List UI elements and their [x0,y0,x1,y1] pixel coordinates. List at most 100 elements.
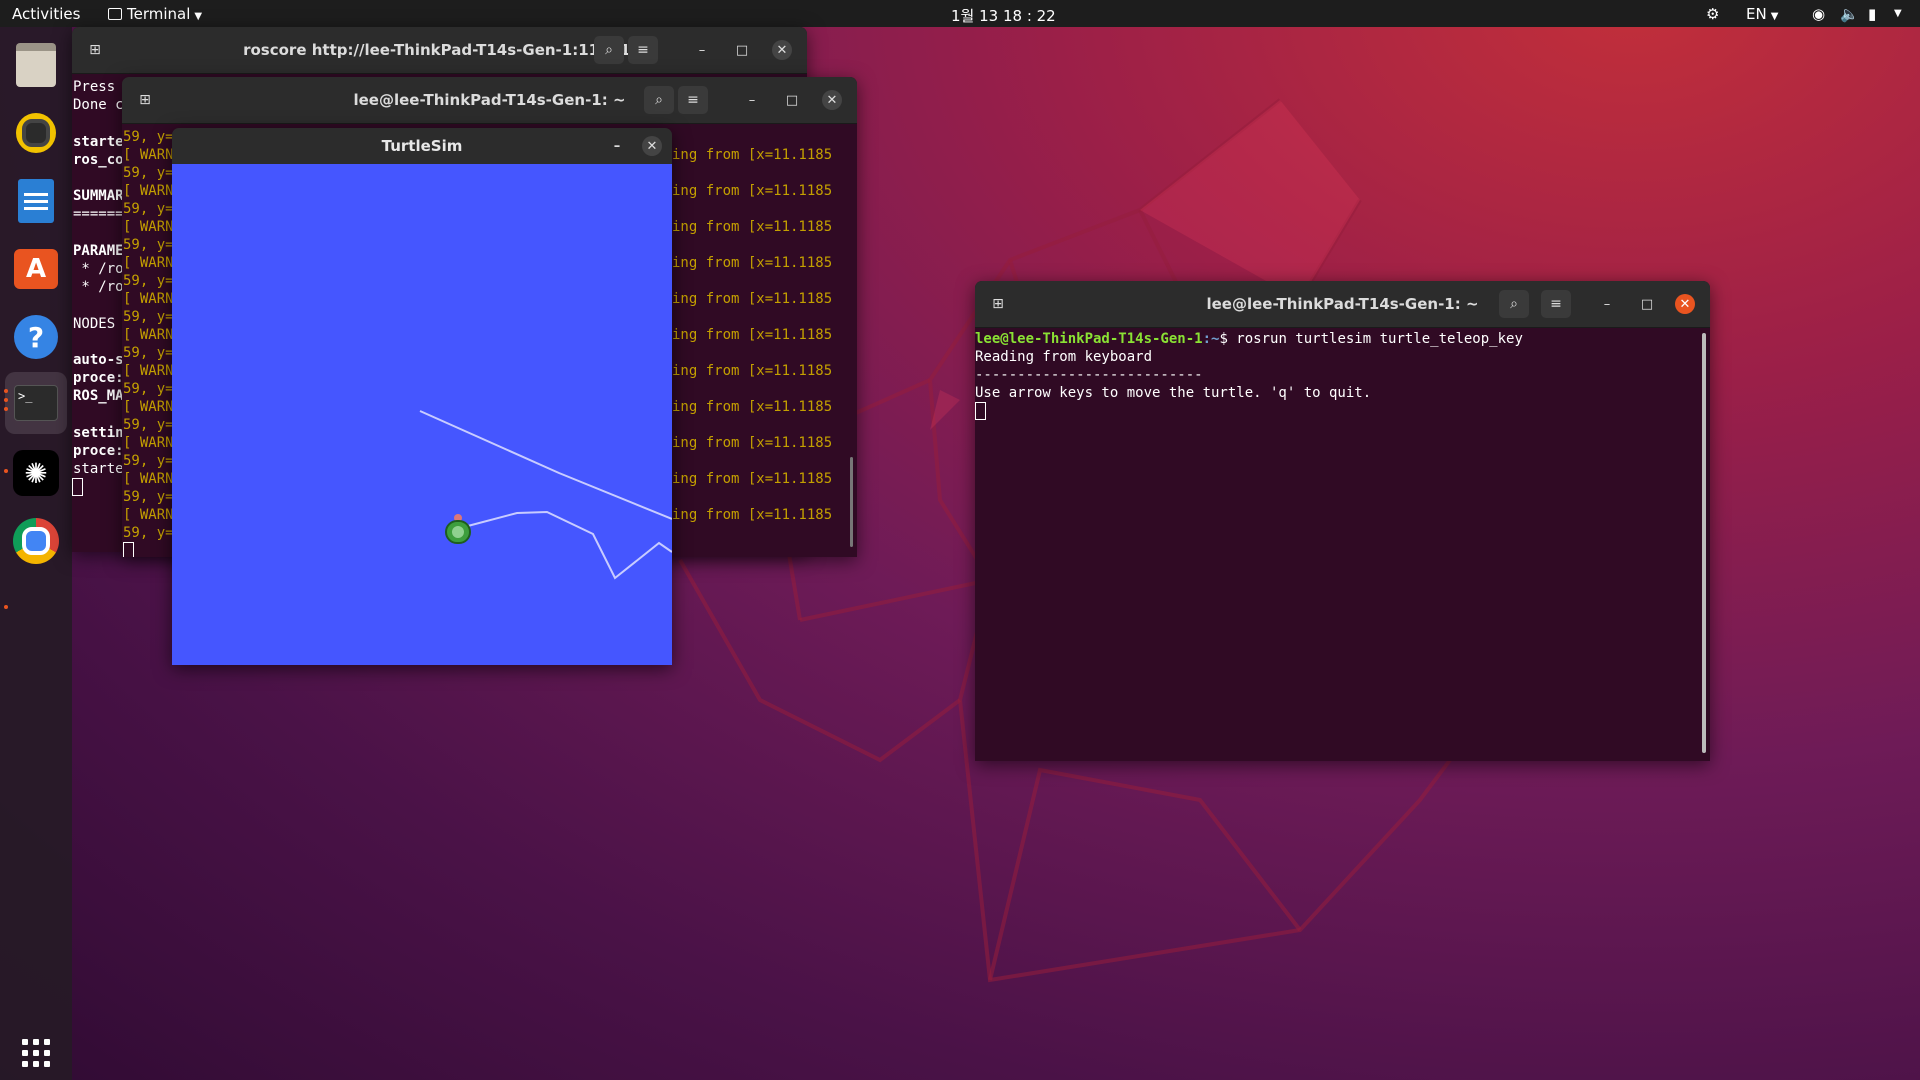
turtlesim-window[interactable]: TurtleSim – ✕ [172,128,672,665]
close-icon[interactable]: ✕ [772,40,792,60]
close-icon[interactable]: ✕ [642,136,662,156]
maximize-icon[interactable]: □ [732,40,752,60]
warn-line: 59, y= [123,453,174,469]
running-indicator [4,407,8,411]
input-method[interactable]: EN ▼ [1746,5,1778,23]
warn-line: [ WARN [123,255,174,271]
warn-line: ing from [x=11.1185 [672,219,833,235]
warn-line: ing from [x=11.1185 [672,471,833,487]
menu-icon[interactable]: ≡ [628,36,658,64]
warn-line: 59, y= [123,273,174,289]
warn-line: ing from [x=11.1185 [672,399,833,415]
system-menu-chevron-icon[interactable]: ▼ [1894,8,1902,19]
output-line: settin [73,424,124,441]
accessibility-icon[interactable]: ⚙ [1706,5,1719,23]
output-line: Press [73,79,116,95]
command-text: $ rosrun turtlesim turtle_teleop_key [1219,331,1523,347]
turtle-icon [442,514,474,546]
output-line: starte [73,461,124,478]
titlebar: TurtleSim – ✕ [172,128,672,164]
minimize-icon[interactable]: – [692,40,712,60]
titlebar: ⊞ lee@lee-ThinkPad-T14s-Gen-1: ~ ⌕ ≡ – □… [122,77,857,124]
wifi-icon[interactable]: ◉ [1812,5,1825,23]
output-line: SUMMAR [73,188,124,205]
show-applications-icon[interactable] [11,1028,61,1078]
running-indicator [4,469,8,473]
running-indicator [4,389,8,393]
terminal-cursor [975,402,986,422]
help-icon[interactable]: ? [11,312,61,362]
output-line: proce: [73,370,124,387]
turtlesim-canvas [172,164,672,665]
chatgpt-icon[interactable]: ✺ [11,448,61,498]
output-line: * /ro [73,261,124,277]
minimize-icon[interactable]: – [607,136,627,156]
output-line: ros_co [73,151,124,168]
command-line: lee@lee-ThinkPad-T14s-Gen-1:~$ rosrun tu… [975,330,1523,348]
output-line: auto-s [73,352,124,368]
warn-line: [ WARN [123,147,174,163]
output-line: starte [73,133,124,150]
warn-line: [ WARN [123,291,174,307]
maximize-icon[interactable]: □ [782,90,802,110]
warn-line: [ WARN [123,507,174,523]
scrollbar[interactable] [1702,333,1706,753]
prompt-user: lee@lee-ThinkPad-T14s-Gen-1 [975,331,1203,347]
rhythmbox-icon[interactable] [11,108,61,158]
warn-line: 59, y= [123,417,174,433]
close-icon[interactable]: ✕ [1675,294,1695,314]
warn-line: ing from [x=11.1185 [672,363,833,379]
titlebar: ⊞ lee@lee-ThinkPad-T14s-Gen-1: ~ ⌕ ≡ – □… [975,281,1710,328]
warn-line: 59, y= [123,129,174,145]
search-icon[interactable]: ⌕ [1499,290,1529,318]
clock[interactable]: 1월 13 18 : 22 [951,5,1056,26]
warn-line: 59, y= [123,525,174,541]
warn-line: 59, y= [123,201,174,217]
output-line: ROS_MA [73,388,124,405]
files-icon[interactable] [11,40,61,90]
output-line: NODES [73,315,116,332]
volume-icon[interactable]: 🔈 [1840,5,1859,23]
terminal-output[interactable]: lee@lee-ThinkPad-T14s-Gen-1:~$ rosrun tu… [975,327,1710,761]
output-line: --------------------------- [975,367,1203,383]
search-icon[interactable]: ⌕ [594,36,624,64]
activities-button[interactable]: Activities [12,5,80,23]
top-bar: Activities Terminal ▼ 1월 13 18 : 22 ⚙ EN ▼… [0,0,1920,27]
chrome-icon[interactable] [11,516,61,566]
search-icon[interactable]: ⌕ [644,86,674,114]
scrollbar[interactable] [850,457,853,547]
output-line: PARAME [73,242,124,259]
running-indicator [4,605,8,609]
teleop-terminal-window[interactable]: ⊞ lee@lee-ThinkPad-T14s-Gen-1: ~ ⌕ ≡ – □… [975,281,1710,761]
terminal-cursor [72,478,83,498]
dock: A ? >_ ✺ [0,27,72,1080]
ubuntu-software-icon[interactable]: A [11,244,61,294]
warn-line: 59, y= [123,237,174,253]
warn-line: [ WARN [123,471,174,487]
menu-icon[interactable]: ≡ [678,86,708,114]
app-menu[interactable]: Terminal ▼ [108,5,202,23]
running-indicator [4,398,8,402]
warn-line: 59, y= [123,345,174,361]
maximize-icon[interactable]: □ [1637,294,1657,314]
titlebar: ⊞ roscore http://lee-ThinkPad-T14s-Gen-1… [72,27,807,74]
warn-line: [ WARN [123,435,174,451]
input-method-label: EN [1746,5,1767,23]
close-icon[interactable]: ✕ [822,90,842,110]
turtle-trail [419,410,672,580]
warn-line: ing from [x=11.1185 [672,147,833,163]
warn-line: [ WARN [123,219,174,235]
output-line: Use arrow keys to move the turtle. 'q' t… [975,385,1372,401]
menu-icon[interactable]: ≡ [1541,290,1571,318]
warn-line: [ WARN [123,363,174,379]
app-menu-label: Terminal [127,5,191,23]
window-title: TurtleSim [381,137,463,155]
libreoffice-writer-icon[interactable] [11,176,61,226]
terminal-icon[interactable]: >_ [5,372,67,434]
minimize-icon[interactable]: – [742,90,762,110]
chevron-down-icon: ▼ [1770,11,1779,22]
warn-line: [ WARN [123,327,174,343]
output-line: Reading from keyboard [975,349,1153,365]
battery-icon[interactable]: ▮ [1868,5,1876,23]
minimize-icon[interactable]: – [1597,294,1617,314]
